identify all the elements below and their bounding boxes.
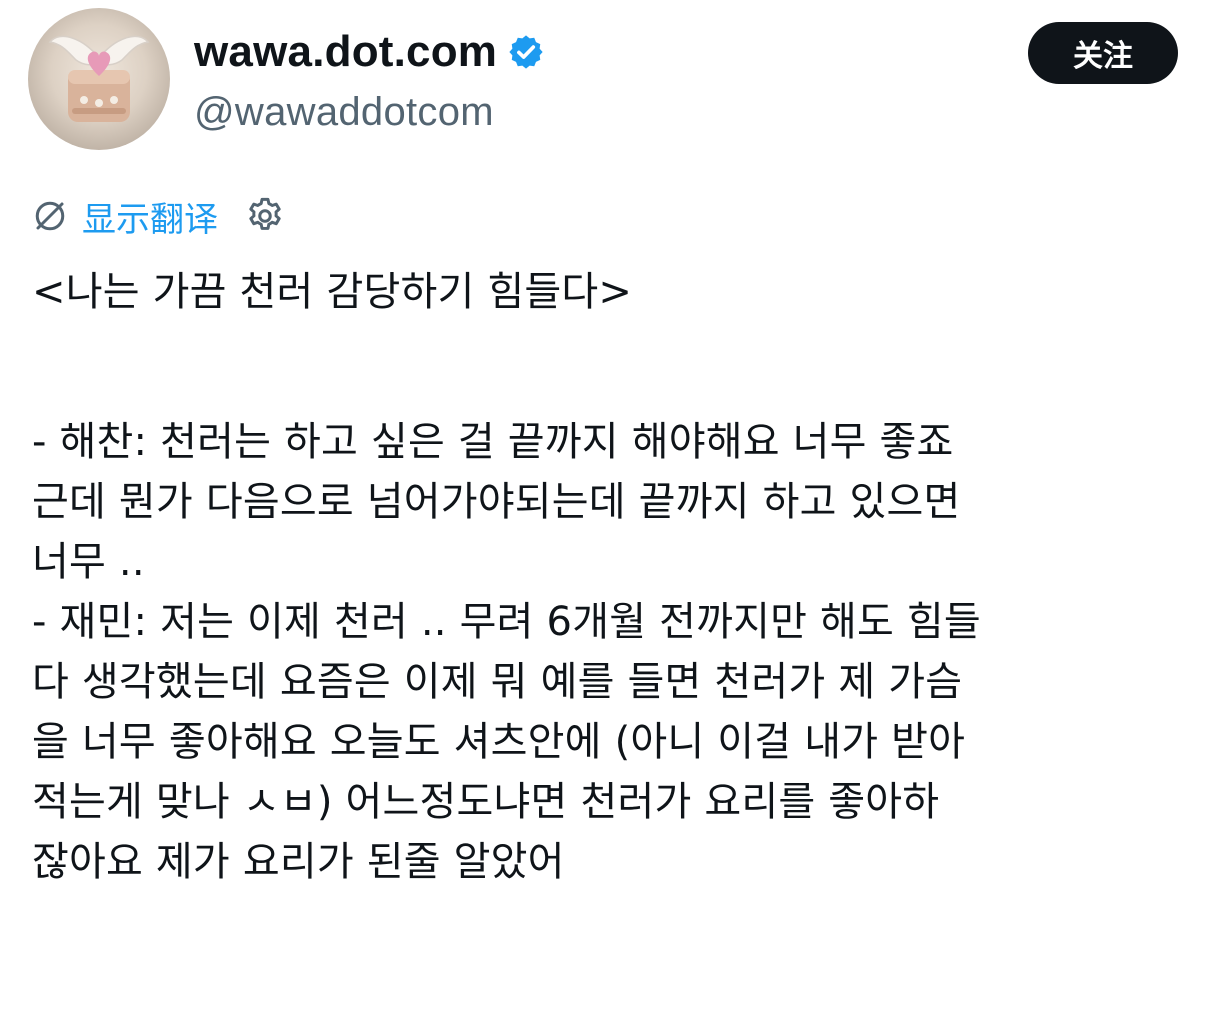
display-name[interactable]: wawa.dot.com bbox=[194, 27, 497, 77]
tweet-line: 다 생각했는데 요즘은 이제 뭐 예를 들면 천러가 제 가슴 bbox=[32, 659, 963, 705]
avatar-image bbox=[48, 35, 150, 122]
translate-row: 显示翻译 bbox=[32, 190, 286, 242]
tweet-body: <나는 가끔 천러 감당하기 힘들다> - 해찬: 천러는 하고 싶은 걸 끝까… bbox=[32, 262, 1182, 892]
tweet-line: 적는게 맞나 ㅅㅂ) 어느정도냐면 천러가 요리를 좋아하 bbox=[32, 779, 940, 825]
gear-icon[interactable] bbox=[244, 195, 286, 237]
user-handle[interactable]: @wawaddotcom bbox=[194, 90, 545, 135]
show-translation-link[interactable]: 显示翻译 bbox=[82, 192, 218, 241]
translate-globe-icon bbox=[35, 201, 65, 231]
name-row: wawa.dot.com bbox=[194, 26, 545, 78]
tweet-line: 잖아요 제가 요리가 된줄 알았어 bbox=[32, 839, 565, 885]
tweet-header: wawa.dot.com @wawaddotcom 关注 bbox=[28, 8, 1178, 153]
tweet-line: 근데 뭔가 다음으로 넘어가야되는데 끝까지 하고 있으면 bbox=[32, 479, 961, 525]
avatar[interactable] bbox=[28, 8, 170, 150]
verified-badge-icon bbox=[509, 35, 543, 69]
follow-button[interactable]: 关注 bbox=[1028, 22, 1178, 84]
author-identity: wawa.dot.com @wawaddotcom bbox=[194, 26, 545, 135]
tweet-line: - 해찬: 천러는 하고 싶은 걸 끝까지 해야해요 너무 좋죠 bbox=[32, 419, 954, 465]
tweet-title: <나는 가끔 천러 감당하기 힘들다> bbox=[32, 269, 633, 315]
tweet-line: - 재민: 저는 이제 천러 .. 무려 6개월 전까지만 해도 힘들 bbox=[32, 599, 981, 645]
tweet-line: 을 너무 좋아해요 오늘도 셔츠안에 (아니 이걸 내가 받아 bbox=[32, 719, 966, 765]
tweet-line: 너무 .. bbox=[32, 539, 145, 585]
